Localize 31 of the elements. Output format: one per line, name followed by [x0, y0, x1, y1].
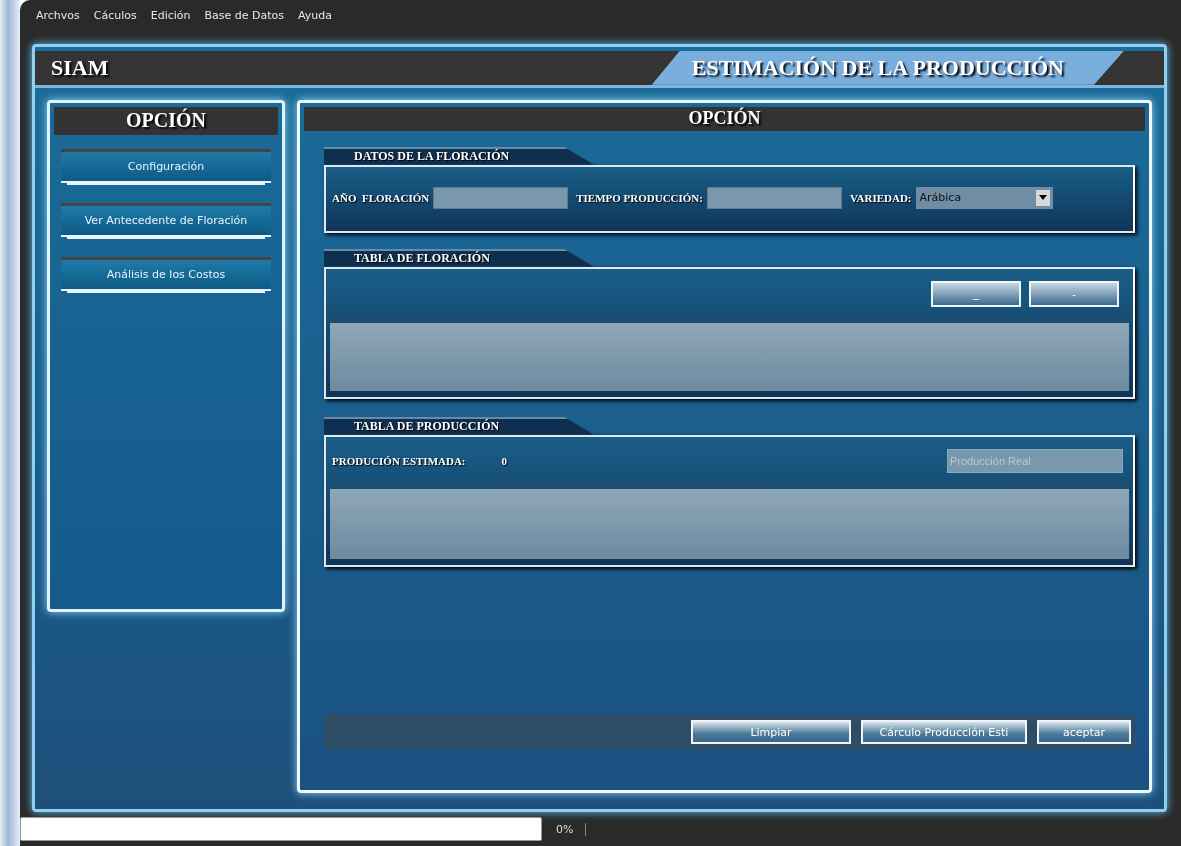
action-button[interactable]: Cárculo Producción Esti: [861, 720, 1027, 745]
input-field[interactable]: Producción Real: [947, 448, 1123, 473]
sidebar-title: OPCIÓN: [126, 109, 206, 133]
table-button[interactable]: -: [1029, 280, 1119, 307]
estimate-label: PRODUCIÓN ESTIMADA:: [332, 454, 466, 467]
sidebar-button[interactable]: Configuración: [61, 148, 271, 183]
section-title: TABLA DE FLORACIÓN: [354, 251, 490, 267]
menu-item[interactable]: Ayuda: [298, 9, 333, 23]
menu-item[interactable]: Archvos: [36, 9, 80, 23]
table-button[interactable]: _: [931, 280, 1021, 307]
input-field[interactable]: [707, 186, 842, 209]
field-label: TIEMPO PRODUCCIÓN:: [576, 191, 703, 204]
app-name: SIAM: [50, 54, 109, 81]
sidebar-button[interactable]: Análisis de los Costos: [61, 256, 271, 291]
field-label: AÑO FLORACIÓN: [332, 191, 430, 204]
action-button[interactable]: aceptar: [1037, 720, 1131, 745]
main-title: OPCIÓN: [688, 108, 761, 130]
section-title: DATOS DE LA FLORACIÓN: [354, 149, 510, 165]
sidebar-button[interactable]: Ver Antecedente de Floración: [61, 202, 271, 237]
input-field[interactable]: [433, 186, 569, 209]
menu-item[interactable]: Base de Datos: [204, 9, 285, 23]
section-title: TABLA DE PRODUCCIÓN: [354, 419, 500, 435]
page-title: ESTIMACIÓN DE LA PRODUCCIÓN: [691, 54, 1064, 81]
menu-item[interactable]: Edición: [150, 9, 191, 23]
progress-text: 0%: [556, 822, 587, 836]
estimate-value: 0: [501, 454, 508, 467]
action-button[interactable]: Limpiar: [691, 720, 851, 745]
menu-item[interactable]: Cáculos: [93, 9, 137, 23]
variety-dropdown[interactable]: Arábica: [915, 186, 1053, 209]
dropdown-value: Arábica: [919, 191, 962, 205]
field-label: VARIEDAD:: [850, 191, 912, 204]
